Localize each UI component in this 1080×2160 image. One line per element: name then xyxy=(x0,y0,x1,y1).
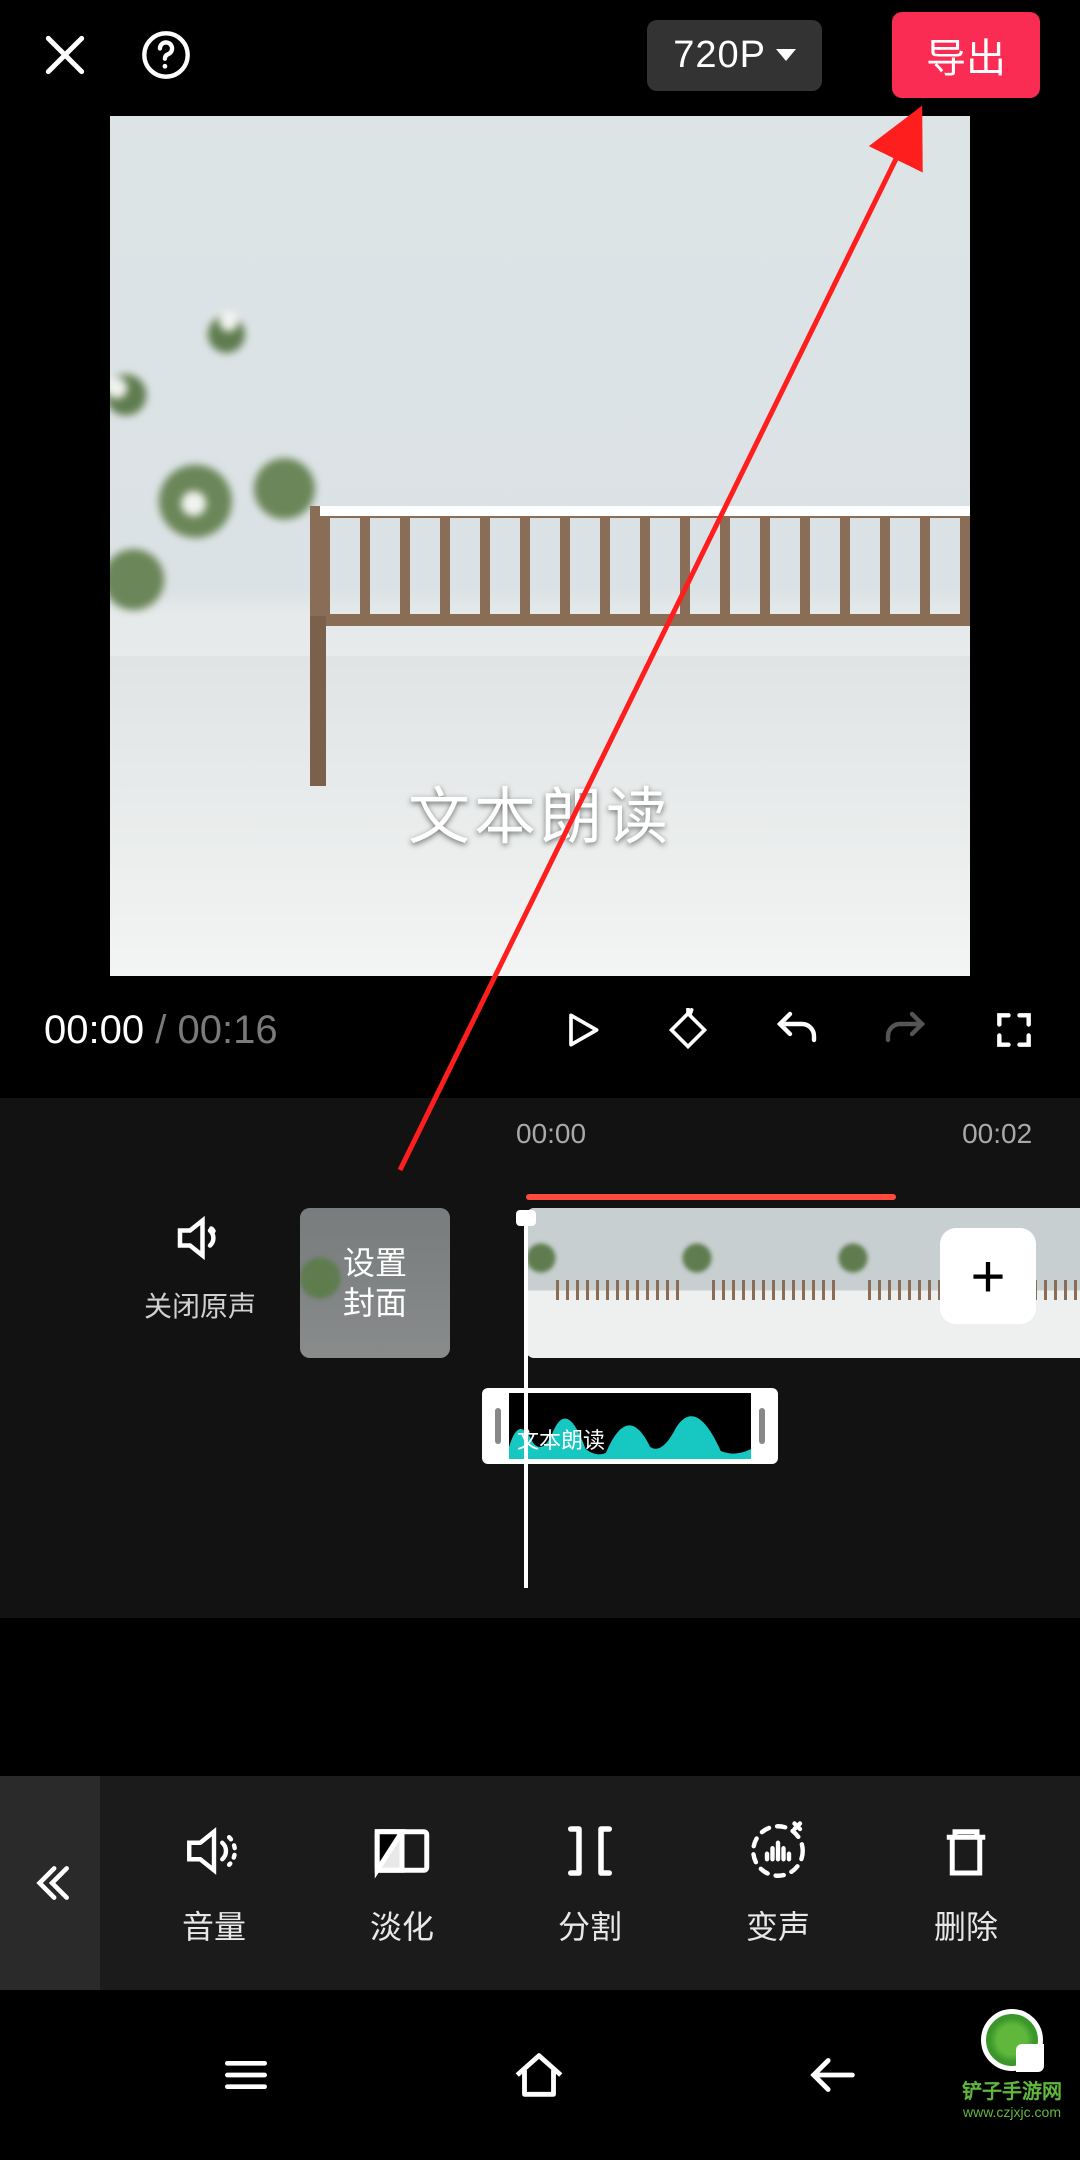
audio-waveform: 文本朗读 xyxy=(509,1393,751,1459)
collapse-toolbar-button[interactable] xyxy=(0,1776,100,1990)
selection-indicator xyxy=(526,1194,896,1200)
time-ruler: 00:00 00:02 xyxy=(0,1116,1080,1152)
top-bar: 720P 导出 xyxy=(0,0,1080,110)
preview-area: 文本朗读 xyxy=(0,116,1080,976)
ruler-mark: 00:00 xyxy=(516,1118,586,1150)
duration: 00:16 xyxy=(177,1008,277,1052)
timecode: 00:00 / 00:16 xyxy=(44,1008,278,1053)
add-clip-button[interactable]: + xyxy=(940,1228,1036,1324)
audio-clip-label: 文本朗读 xyxy=(517,1423,605,1455)
preview-illustration xyxy=(110,223,420,729)
clip-handle-left[interactable] xyxy=(487,1393,509,1459)
help-icon[interactable] xyxy=(140,29,192,81)
video-preview[interactable]: 文本朗读 xyxy=(110,116,970,976)
playhead[interactable] xyxy=(524,1216,528,1588)
playback-controls: 00:00 / 00:16 xyxy=(0,976,1080,1098)
tool-label: 分割 xyxy=(558,1902,622,1948)
video-track-row: 关闭原声 设置 封面 + 文本朗读 xyxy=(0,1208,1080,1358)
keyframe-icon[interactable] xyxy=(666,1008,710,1052)
clip-handle-right[interactable] xyxy=(751,1393,773,1459)
current-time: 00:00 xyxy=(44,1008,144,1052)
watermark-url: www.czjxjc.com xyxy=(952,2104,1072,2120)
export-button[interactable]: 导出 xyxy=(892,12,1040,98)
tool-label: 淡化 xyxy=(370,1902,434,1948)
export-label: 导出 xyxy=(926,37,1006,81)
timeline[interactable]: 00:00 00:02 关闭原声 设置 封面 + xyxy=(0,1098,1080,1618)
clip-thumbnail xyxy=(682,1208,838,1358)
mute-original-button[interactable]: 关闭原声 xyxy=(140,1208,260,1325)
close-icon[interactable] xyxy=(40,30,90,80)
edit-toolbar: 音量 淡化 分割 变声 删除 xyxy=(0,1776,1080,1990)
system-nav-bar xyxy=(0,1990,1080,2160)
tool-label: 删除 xyxy=(934,1902,998,1948)
plus-icon: + xyxy=(970,1242,1005,1311)
nav-home-icon[interactable] xyxy=(510,2046,568,2104)
nav-menu-icon[interactable] xyxy=(218,2047,274,2103)
set-cover-label: 设置 封面 xyxy=(300,1208,450,1358)
tool-label: 变声 xyxy=(746,1902,810,1948)
caret-down-icon xyxy=(776,49,796,61)
tool-delete[interactable]: 删除 xyxy=(933,1818,999,1948)
caption-overlay: 文本朗读 xyxy=(408,766,672,856)
undo-icon[interactable] xyxy=(772,1006,820,1054)
play-icon[interactable] xyxy=(560,1008,604,1052)
resolution-selector[interactable]: 720P xyxy=(647,20,822,91)
nav-back-icon[interactable] xyxy=(804,2046,862,2104)
tool-label: 音量 xyxy=(182,1902,246,1948)
set-cover-button[interactable]: 设置 封面 xyxy=(300,1208,450,1358)
tool-voicechange[interactable]: 变声 xyxy=(745,1818,811,1948)
watermark-name: 铲子手游网 xyxy=(952,2075,1072,2104)
tool-fade[interactable]: 淡化 xyxy=(369,1818,435,1948)
resolution-label: 720P xyxy=(673,34,766,77)
fullscreen-icon[interactable] xyxy=(992,1008,1036,1052)
clip-thumbnail xyxy=(526,1208,682,1358)
tool-split[interactable]: 分割 xyxy=(557,1818,623,1948)
watermark: 铲子手游网 www.czjxjc.com xyxy=(952,2009,1072,2120)
watermark-icon xyxy=(981,2009,1043,2071)
tool-volume[interactable]: 音量 xyxy=(181,1818,247,1948)
redo-icon xyxy=(882,1006,930,1054)
mute-original-label: 关闭原声 xyxy=(140,1285,260,1325)
ruler-mark: 00:02 xyxy=(962,1118,1032,1150)
